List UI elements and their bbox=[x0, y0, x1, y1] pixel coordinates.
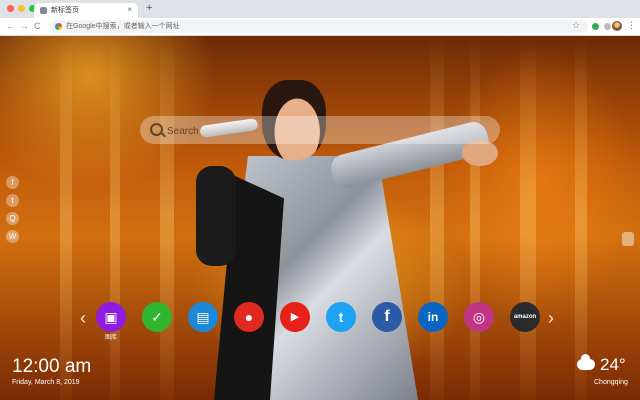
active-tab[interactable]: 新标签页 × bbox=[34, 3, 138, 18]
app-instagram[interactable]: ◎ bbox=[464, 302, 494, 332]
google-icon bbox=[55, 23, 62, 30]
social-share-bar: f t Q W bbox=[6, 176, 19, 243]
stage-light-beam bbox=[430, 36, 444, 400]
youtube-icon: ▶ bbox=[290, 311, 300, 323]
singer-mic-arm bbox=[196, 166, 236, 266]
tab-close-icon[interactable]: × bbox=[127, 5, 132, 14]
instagram-icon: ◎ bbox=[472, 309, 486, 325]
clock-date: Friday, March 8, 2019 bbox=[12, 379, 80, 386]
stage-light-beam bbox=[575, 36, 587, 400]
extension-gray-icon[interactable] bbox=[604, 23, 611, 30]
facebook-icon: f bbox=[384, 308, 390, 325]
wechat-icon[interactable]: W bbox=[6, 230, 19, 243]
close-window-button[interactable] bbox=[7, 5, 14, 12]
weather-city: Chongqing bbox=[594, 379, 628, 386]
qq-icon[interactable]: Q bbox=[6, 212, 19, 225]
gallery-icon: ▣ bbox=[104, 309, 118, 325]
notes-icon: ▤ bbox=[196, 309, 210, 325]
app-twitter[interactable]: t bbox=[326, 302, 356, 332]
new-tab-button[interactable]: + bbox=[146, 2, 152, 14]
stage-light-beam bbox=[160, 36, 174, 400]
browser-toolbar: ← → C 在Google中搜索，或者输入一个网址 ☆ ⋮ bbox=[0, 18, 640, 36]
search-box[interactable] bbox=[140, 116, 500, 144]
side-panel-toggle[interactable] bbox=[622, 232, 634, 246]
app-game[interactable]: ● bbox=[234, 302, 264, 332]
stage-light-beam bbox=[470, 36, 480, 400]
twitter-icon: t bbox=[338, 309, 344, 325]
game-icon: ● bbox=[244, 309, 254, 325]
new-tab-page: f t Q W ‹ ▣ 图库 ✓ ▤ ● ▶ t f in bbox=[0, 36, 640, 400]
minimize-window-button[interactable] bbox=[18, 5, 25, 12]
app-notes[interactable]: ▤ bbox=[188, 302, 218, 332]
app-check[interactable]: ✓ bbox=[142, 302, 172, 332]
address-bar-placeholder: 在Google中搜索，或者输入一个网址 bbox=[66, 23, 180, 30]
tab-title: 新标签页 bbox=[51, 7, 79, 14]
clock-time: 12:00 am bbox=[12, 356, 92, 377]
stage-light-beam bbox=[520, 36, 536, 400]
search-input[interactable] bbox=[165, 121, 489, 141]
browser-menu-icon[interactable]: ⋮ bbox=[627, 20, 636, 31]
app-gallery[interactable]: ▣ 图库 bbox=[96, 302, 126, 341]
app-youtube[interactable]: ▶ bbox=[280, 302, 310, 332]
forward-button[interactable]: → bbox=[20, 21, 29, 31]
amazon-icon: amazon bbox=[513, 314, 537, 320]
search-icon[interactable] bbox=[150, 123, 163, 136]
apps-next-arrow[interactable]: › bbox=[548, 308, 554, 329]
weather-temperature: 24° bbox=[600, 355, 626, 374]
tab-favicon-icon bbox=[40, 7, 47, 14]
extension-green-icon[interactable] bbox=[592, 23, 599, 30]
window-controls bbox=[7, 5, 36, 12]
reload-button[interactable]: C bbox=[34, 21, 41, 31]
twitter-icon[interactable]: t bbox=[6, 194, 19, 207]
app-shortcuts: ▣ 图库 ✓ ▤ ● ▶ t f in ◎ amazon bbox=[96, 302, 540, 341]
stage-light-beam bbox=[110, 36, 120, 400]
cloud-icon bbox=[577, 354, 595, 370]
check-icon: ✓ bbox=[151, 309, 163, 325]
facebook-icon[interactable]: f bbox=[6, 176, 19, 189]
linkedin-icon: in bbox=[427, 310, 439, 324]
browser-tab-bar: 新标签页 × + bbox=[0, 0, 640, 18]
app-facebook[interactable]: f bbox=[372, 302, 402, 332]
app-linkedin[interactable]: in bbox=[418, 302, 448, 332]
apps-prev-arrow[interactable]: ‹ bbox=[80, 308, 86, 329]
bookmark-star-icon[interactable]: ☆ bbox=[572, 20, 580, 31]
profile-avatar[interactable] bbox=[612, 21, 622, 31]
address-bar[interactable]: 在Google中搜索，或者输入一个网址 bbox=[50, 20, 588, 33]
app-label: 图库 bbox=[104, 335, 117, 341]
back-button[interactable]: ← bbox=[6, 21, 15, 31]
stage-light-beam bbox=[60, 36, 72, 400]
app-amazon[interactable]: amazon bbox=[510, 302, 540, 332]
